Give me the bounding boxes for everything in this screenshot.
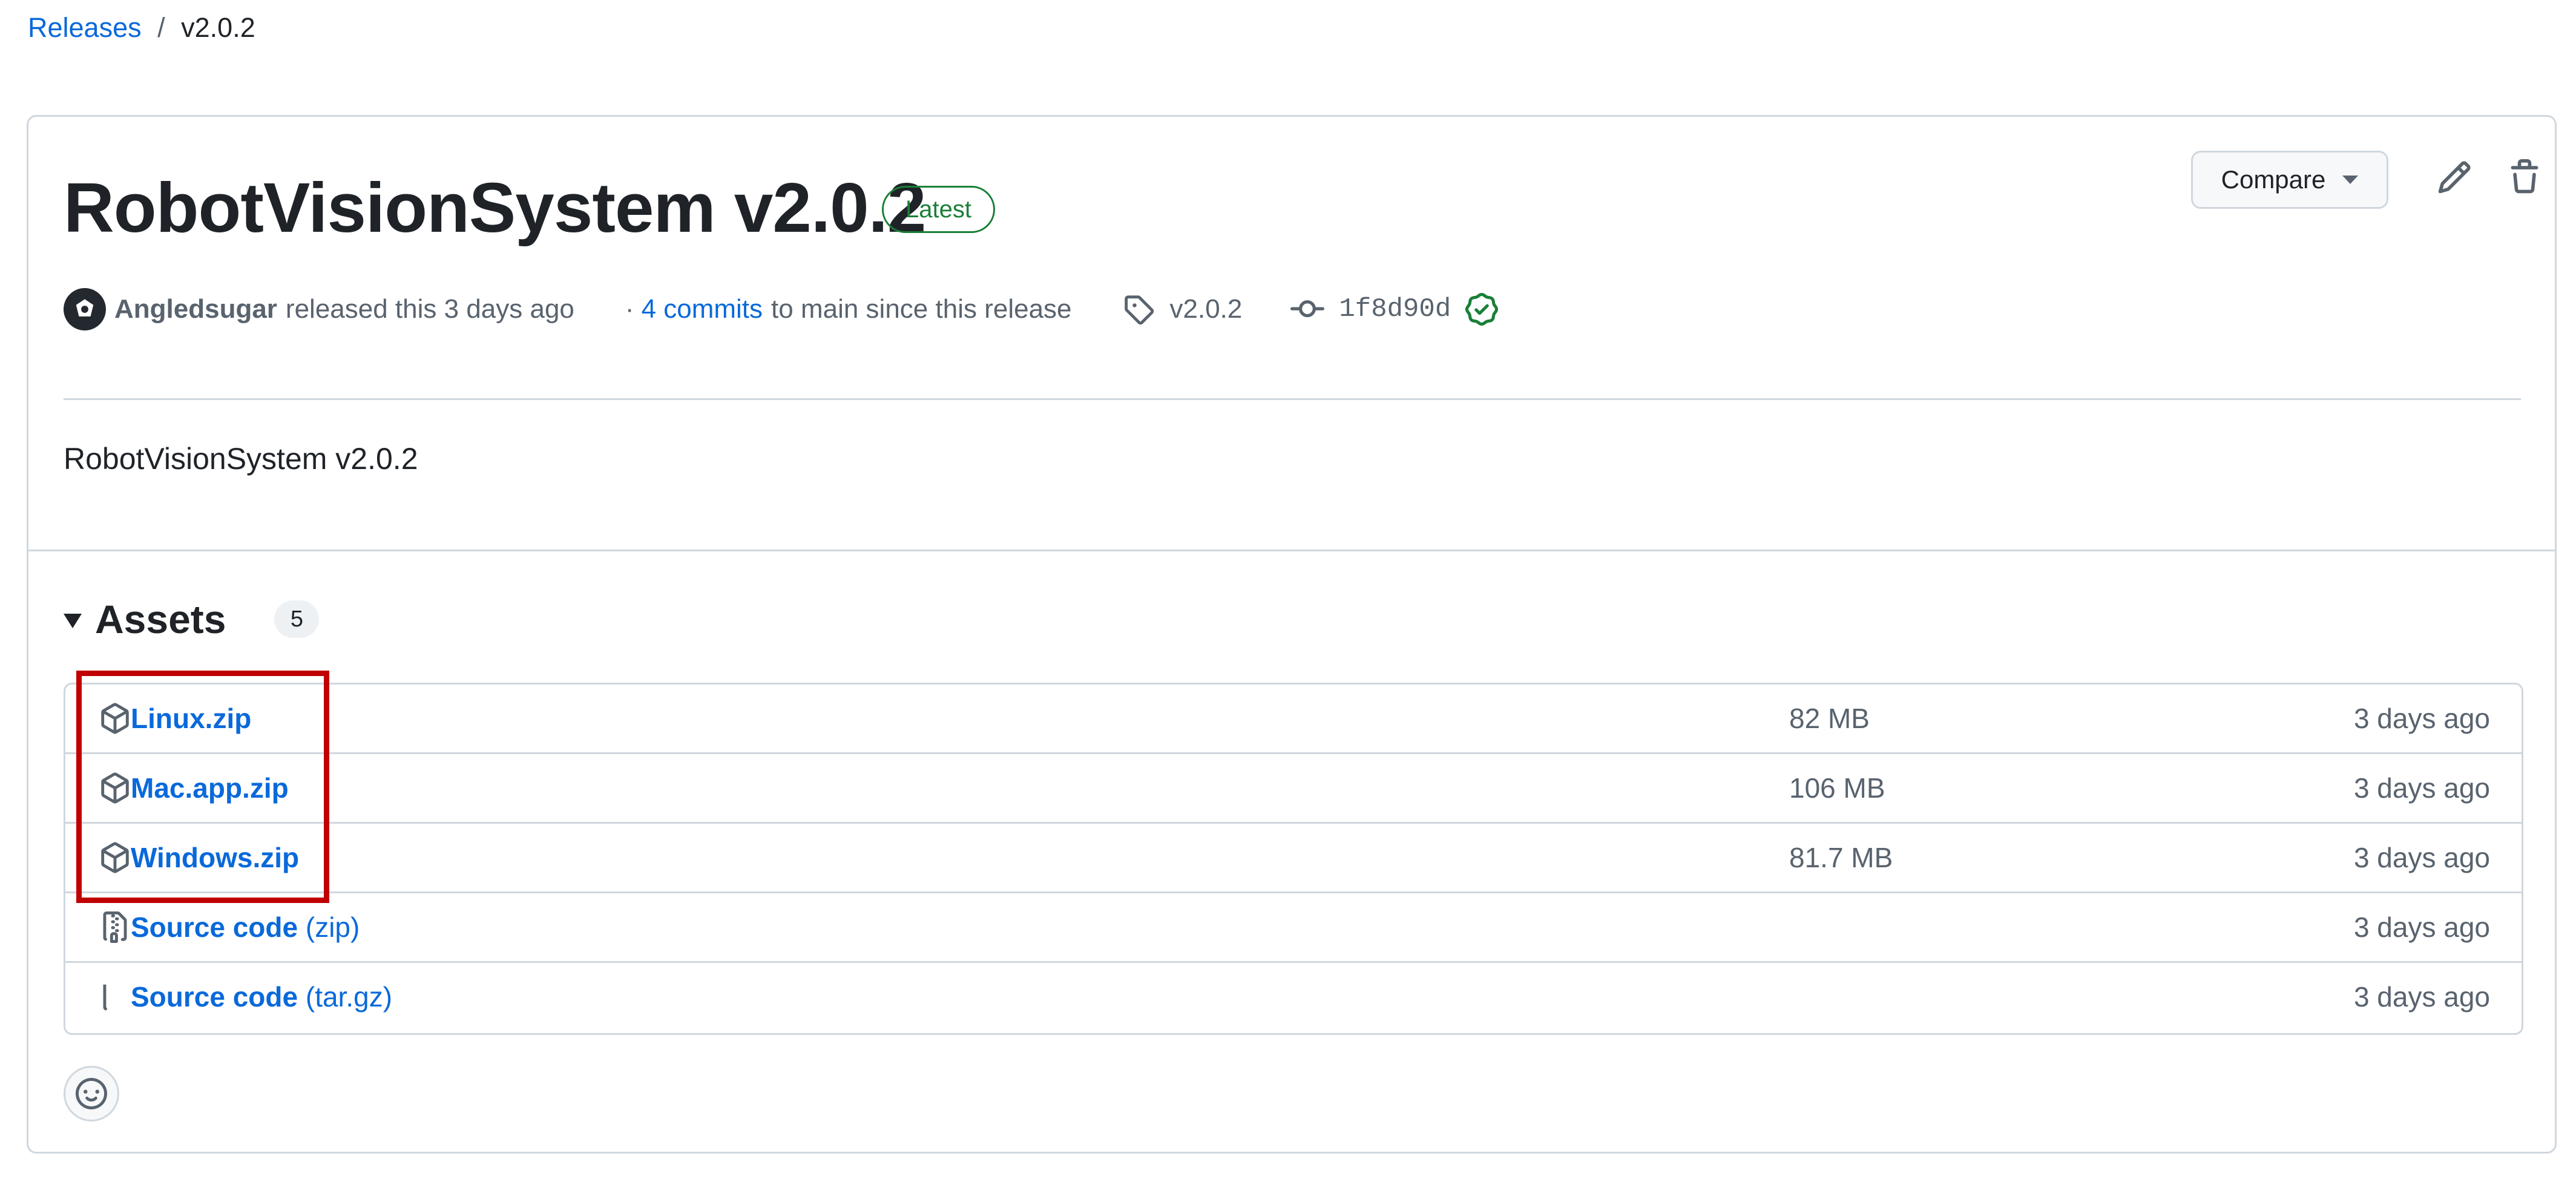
avatar-logo-icon bbox=[76, 299, 94, 317]
latest-badge: Latest bbox=[882, 186, 995, 233]
add-reaction-button[interactable] bbox=[64, 1066, 119, 1121]
chevron-down-icon bbox=[2342, 176, 2359, 184]
smiley-icon bbox=[76, 1078, 107, 1109]
asset-row-mac: Mac.app.zip 106 MB 3 days ago bbox=[65, 752, 2522, 822]
asset-format: (zip) bbox=[305, 911, 360, 943]
released-text: released this 3 days ago bbox=[285, 294, 574, 324]
verified-check-icon[interactable] bbox=[1465, 293, 1499, 326]
commit-hash: 1f8d90d bbox=[1339, 294, 1451, 324]
asset-date: 3 days ago bbox=[2353, 981, 2490, 1013]
compare-button-label: Compare bbox=[2221, 165, 2326, 194]
asset-name: Windows.zip bbox=[131, 842, 300, 873]
commit-link[interactable]: 1f8d90d bbox=[1290, 292, 1499, 326]
file-zip-icon bbox=[103, 911, 127, 943]
asset-size: 106 MB bbox=[1789, 772, 1885, 804]
package-icon bbox=[101, 772, 129, 804]
asset-link[interactable]: Windows.zip bbox=[131, 841, 299, 874]
file-zip-icon bbox=[103, 984, 108, 1011]
assets-toggle[interactable]: Assets 5 bbox=[64, 589, 320, 649]
asset-date: 3 days ago bbox=[2353, 842, 2490, 873]
tag-icon bbox=[1124, 295, 1154, 325]
breadcrumb-current: v2.0.2 bbox=[181, 12, 255, 43]
assets-count-badge: 5 bbox=[274, 600, 320, 638]
breadcrumb-releases-link[interactable]: Releases bbox=[28, 12, 142, 43]
asset-link[interactable]: Linux.zip bbox=[131, 702, 251, 735]
assets-list: Linux.zip 82 MB 3 days ago Mac.app.zip 1… bbox=[64, 683, 2523, 1035]
package-icon bbox=[101, 842, 129, 873]
asset-row-windows: Windows.zip 81.7 MB 3 days ago bbox=[65, 822, 2522, 891]
divider bbox=[28, 550, 2555, 551]
asset-size: 82 MB bbox=[1789, 703, 1870, 734]
breadcrumb: Releases / v2.0.2 bbox=[28, 8, 255, 47]
git-commit-icon bbox=[1290, 300, 1325, 318]
asset-link[interactable]: Mac.app.zip bbox=[131, 772, 289, 804]
triangle-down-icon bbox=[64, 614, 82, 628]
asset-format: (tar.gz) bbox=[305, 981, 393, 1013]
asset-row-source-zip: Source code (zip) 3 days ago bbox=[65, 891, 2522, 961]
pencil-icon[interactable] bbox=[2436, 159, 2472, 195]
asset-date: 3 days ago bbox=[2353, 772, 2490, 804]
release-title[interactable]: RobotVisionSystem v2.0.2 bbox=[64, 165, 926, 250]
package-icon bbox=[101, 703, 129, 734]
asset-row-linux: Linux.zip 82 MB 3 days ago bbox=[65, 685, 2522, 752]
release-card: RobotVisionSystem v2.0.2 Latest Compare … bbox=[27, 115, 2557, 1154]
asset-name: Linux.zip bbox=[131, 703, 252, 734]
tag-link[interactable]: v2.0.2 bbox=[1123, 294, 1243, 325]
asset-name: Mac.app.zip bbox=[131, 772, 289, 804]
compare-button[interactable]: Compare bbox=[2191, 151, 2388, 209]
avatar[interactable] bbox=[64, 288, 106, 330]
release-meta: Angledsugar released this 3 days ago · 4… bbox=[64, 285, 1499, 333]
asset-name: Source code bbox=[131, 911, 298, 943]
divider bbox=[64, 398, 2521, 400]
commits-bullet: · bbox=[625, 294, 634, 324]
asset-link[interactable]: Source code (tar.gz) bbox=[131, 980, 392, 1013]
release-notes: RobotVisionSystem v2.0.2 bbox=[64, 442, 418, 476]
tag-label: v2.0.2 bbox=[1169, 294, 1243, 324]
asset-link[interactable]: Source code (zip) bbox=[131, 911, 360, 944]
trash-icon[interactable] bbox=[2506, 158, 2543, 197]
author-link[interactable]: Angledsugar bbox=[114, 294, 277, 324]
asset-size: 81.7 MB bbox=[1789, 842, 1893, 873]
breadcrumb-separator: / bbox=[157, 12, 165, 43]
commits-link[interactable]: 4 commits bbox=[642, 294, 763, 324]
asset-date: 3 days ago bbox=[2353, 703, 2490, 734]
asset-row-source-targz: Source code (tar.gz) 3 days ago bbox=[65, 961, 2522, 1031]
commits-suffix: to main since this release bbox=[771, 294, 1072, 324]
assets-title: Assets bbox=[95, 597, 226, 642]
asset-date: 3 days ago bbox=[2353, 911, 2490, 943]
asset-name: Source code bbox=[131, 981, 298, 1013]
